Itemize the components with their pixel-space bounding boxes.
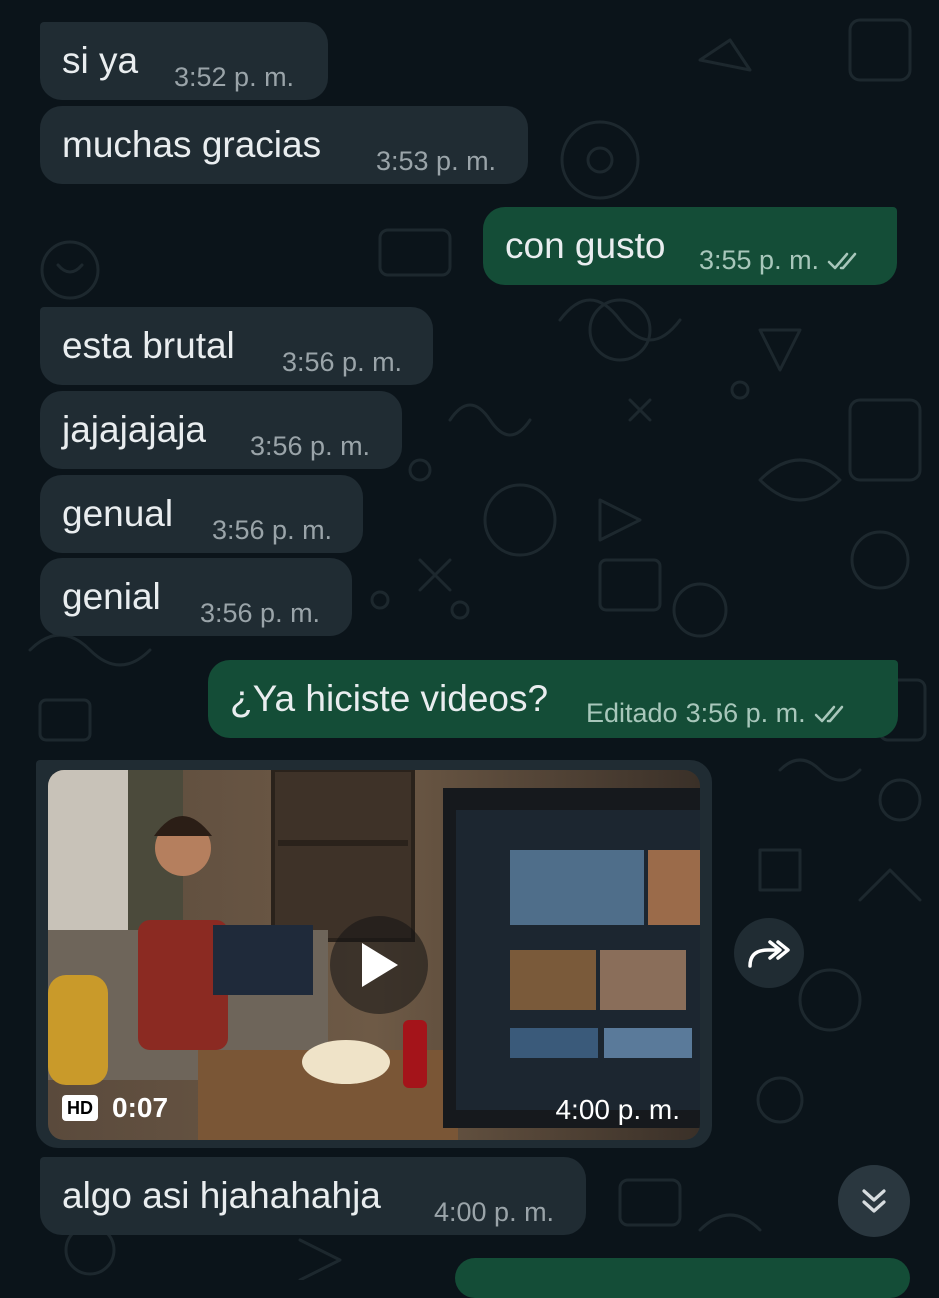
double-chevron-down-icon — [862, 1189, 886, 1213]
message-bubble-incoming[interactable]: esta brutal 3:56 p. m. — [40, 307, 433, 385]
message-time: 4:00 p. m. — [434, 1197, 555, 1227]
message-bubble-incoming[interactable]: algo asi hjahahahja 4:00 p. m. — [40, 1157, 586, 1235]
message-text: algo asi hjahahahja — [62, 1175, 381, 1216]
edited-label: Editado — [586, 698, 678, 728]
message-bubble-incoming[interactable]: genual 3:56 p. m. — [40, 475, 363, 553]
message-bubble-incoming[interactable]: si ya 3:52 p. m. — [40, 22, 328, 100]
message-time: 3:56 p. m. — [282, 347, 403, 377]
message-time: 3:56 p. m. — [685, 698, 806, 728]
message-text: genual — [62, 493, 174, 534]
message-bubble-incoming[interactable]: jajajajaja 3:56 p. m. — [40, 391, 402, 469]
message-time: 4:00 p. m. — [555, 1094, 680, 1125]
message-text: jajajajaja — [62, 409, 206, 450]
message-meta: 3:55 p. m. — [699, 245, 865, 276]
double-check-icon — [827, 252, 857, 269]
video-info: HD 0:07 — [62, 1092, 168, 1124]
message-time: 3:52 p. m. — [174, 62, 295, 92]
message-bubble-outgoing[interactable]: ¿Ya hiciste videos? Editado 3:56 p. m. — [208, 660, 898, 738]
message-bubble-outgoing[interactable]: con gusto 3:55 p. m. — [483, 207, 897, 285]
message-text: ¿Ya hiciste videos? — [230, 678, 549, 719]
video-duration: 0:07 — [112, 1092, 169, 1123]
message-text: con gusto — [505, 225, 666, 266]
message-time: 3:53 p. m. — [376, 146, 497, 176]
message-time: 3:56 p. m. — [212, 515, 333, 545]
message-time: 3:56 p. m. — [200, 598, 321, 628]
message-text: esta brutal — [62, 325, 235, 366]
message-bubble-outgoing-partial — [455, 1258, 910, 1298]
double-check-icon — [814, 705, 843, 722]
message-bubble-incoming[interactable]: muchas gracias 3:53 p. m. — [40, 106, 528, 184]
message-bubble-video[interactable]: HD 0:07 4:00 p. m. — [36, 760, 712, 1148]
forward-arrow-icon — [748, 940, 790, 968]
message-text: genial — [62, 576, 161, 617]
message-text: muchas gracias — [62, 124, 322, 165]
message-text: si ya — [62, 40, 139, 81]
play-button[interactable] — [330, 916, 428, 1014]
message-meta: Editado 3:56 p. m. — [586, 698, 852, 729]
play-icon — [362, 943, 398, 987]
forward-button[interactable] — [734, 918, 804, 988]
scroll-to-bottom-button[interactable] — [838, 1165, 910, 1237]
video-thumbnail[interactable]: HD 0:07 4:00 p. m. — [48, 770, 700, 1140]
message-time: 3:56 p. m. — [250, 431, 371, 461]
hd-badge: HD — [62, 1095, 98, 1121]
message-bubble-incoming[interactable]: genial 3:56 p. m. — [40, 558, 352, 636]
message-time: 3:55 p. m. — [699, 245, 820, 275]
